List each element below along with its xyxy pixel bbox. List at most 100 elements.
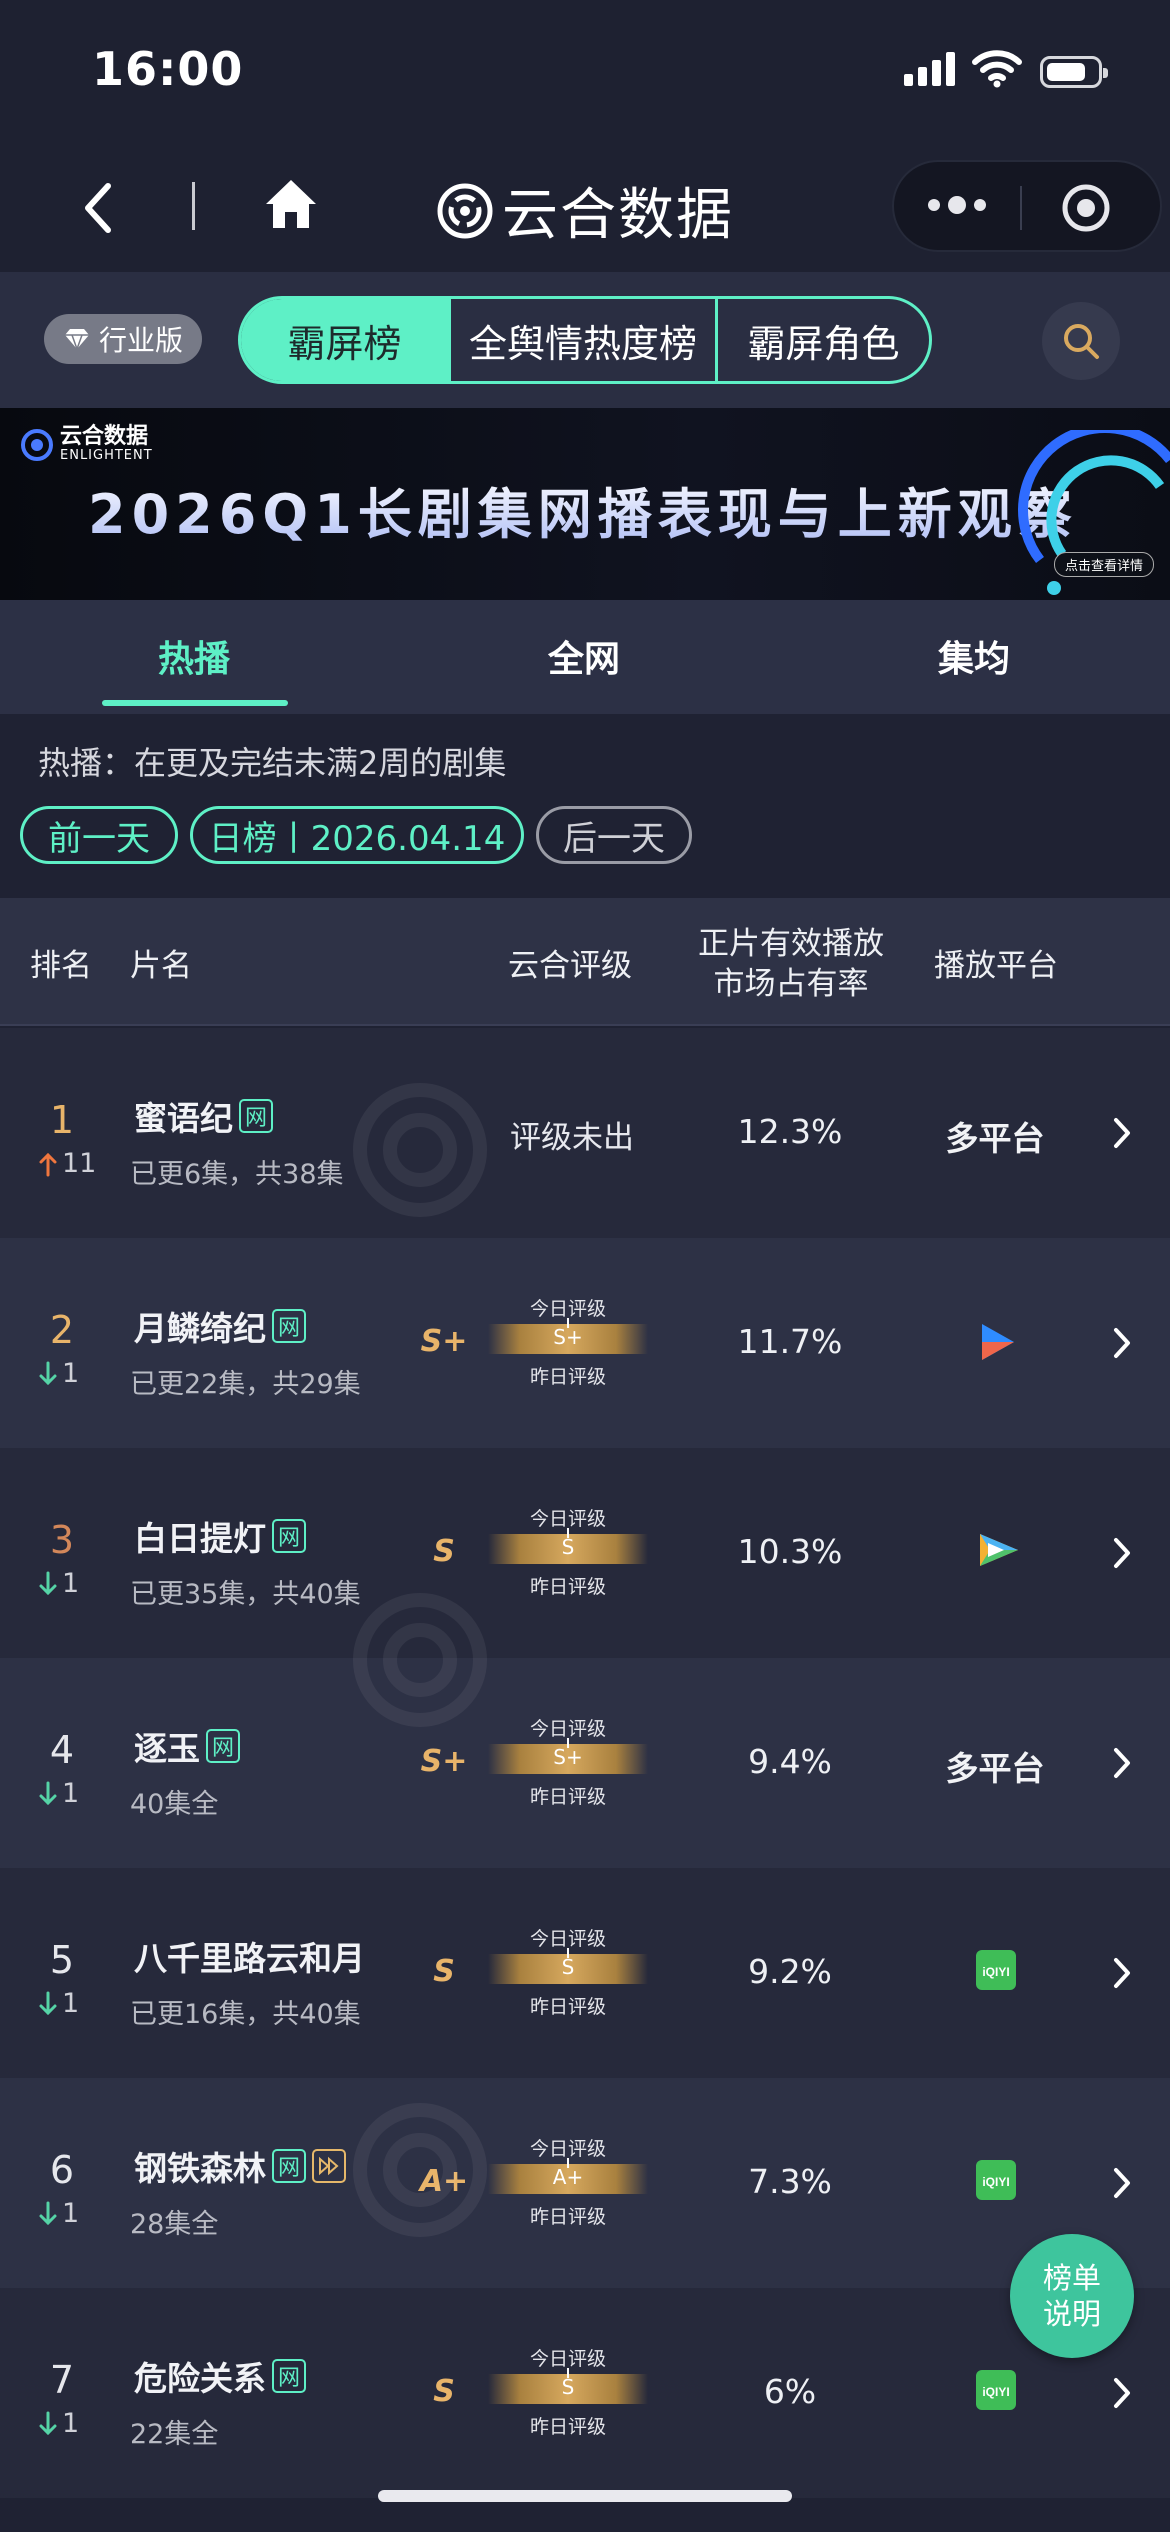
market-share: 7.3%: [748, 2162, 832, 2201]
svg-text:iQIYI: iQIYI: [982, 2385, 1009, 2399]
rank-change-value: 11: [62, 1148, 97, 1179]
header-rating: 云合评级: [508, 948, 632, 984]
prev-day-button[interactable]: 前一天: [20, 806, 178, 864]
rank-change-value: 1: [62, 2198, 80, 2229]
table-row[interactable]: 6 1 钢铁森林网 28集全 A+ 今日评级 A+ 昨日评级 7.3% iQIYI: [0, 2078, 1170, 2288]
ranking-explanation-button[interactable]: 榜单 说明: [1010, 2234, 1134, 2358]
rank-change: 1: [38, 2198, 79, 2229]
episode-info: 已更6集，共38集: [130, 1159, 344, 1190]
date-selector[interactable]: 日榜丨2026.04.14: [190, 806, 524, 864]
tab-per-episode[interactable]: 集均: [938, 630, 1010, 682]
promo-banner[interactable]: 云合数据 ENLIGHTENT 2026Q1长剧集网播表现与上新观察 点击查看详…: [0, 408, 1170, 600]
yesterday-rating-label: 昨日评级: [529, 1366, 606, 1388]
iqiyi-icon: iQIYI: [976, 2370, 1016, 2414]
drama-title-wrap: 蜜语纪网: [134, 1092, 273, 1140]
next-day-button[interactable]: 后一天: [536, 806, 692, 864]
mini-program-capsule: [892, 160, 1162, 252]
rating-marker-grade: S+: [553, 1325, 583, 1349]
rank-change: 1: [38, 1778, 79, 1809]
drama-title-wrap: 逐玉网: [134, 1722, 240, 1770]
rank-change: 1: [38, 1358, 79, 1389]
segment-roles[interactable]: 霸屏角色: [718, 299, 929, 381]
rating-grade: S: [433, 2374, 455, 2409]
today-rating-label: 今日评级: [529, 1298, 606, 1320]
segment-bapingbang[interactable]: 霸屏榜: [241, 299, 451, 381]
rank-change-value: 1: [62, 2408, 80, 2439]
arrow-down-icon: [39, 1571, 57, 1595]
market-share: 9.4%: [748, 1742, 832, 1781]
table-row[interactable]: 4 1 逐玉网 40集全 S+ 今日评级 S+ 昨日评级 9.4% 多平台: [0, 1658, 1170, 1868]
episode-info: 40集全: [130, 1789, 219, 1820]
web-drama-tag: 网: [272, 1519, 306, 1553]
diamond-icon: [64, 329, 89, 350]
chevron-right-icon[interactable]: [1112, 2166, 1132, 2200]
chevron-right-icon[interactable]: [1112, 1326, 1132, 1360]
header-platform: 播放平台: [934, 948, 1058, 984]
header-rank: 排名: [30, 948, 92, 984]
header-share-line1: 正片有效播放: [698, 926, 884, 962]
table-row[interactable]: 5 1 八千里路云和月 已更16集，共40集 S 今日评级 S 昨日评级 9.2% iQIYI: [0, 1868, 1170, 2078]
arrow-down-icon: [39, 2201, 57, 2225]
episode-info: 已更22集，共29集: [130, 1369, 361, 1400]
drama-title: 钢铁森林: [134, 2149, 266, 2188]
chevron-right-icon[interactable]: [1112, 1956, 1132, 1990]
yesterday-rating-label: 昨日评级: [529, 1996, 606, 2018]
rating-gauge: 今日评级 S 昨日评级: [470, 1504, 666, 1604]
segment-public-opinion[interactable]: 全舆情热度榜: [451, 299, 718, 381]
banner-logo-sub: ENLIGHTENT: [60, 448, 153, 463]
edition-badge[interactable]: 行业版: [44, 314, 202, 364]
rating-marker-grade: S: [561, 2375, 575, 2399]
tab-hot[interactable]: 热播: [158, 630, 230, 682]
fab-line1: 榜单: [1042, 2261, 1101, 2295]
yesterday-rating-label: 昨日评级: [529, 1576, 606, 1598]
rating-gauge: 今日评级 S 昨日评级: [470, 2344, 666, 2444]
rating-pending: 评级未出: [510, 1120, 634, 1156]
close-miniprogram-icon[interactable]: [1060, 182, 1112, 234]
arrow-down-icon: [39, 1991, 57, 2015]
search-button[interactable]: [1042, 302, 1120, 380]
status-bar: 16:00: [0, 0, 1170, 140]
web-drama-tag: 网: [206, 1729, 240, 1763]
more-icon[interactable]: [928, 196, 986, 214]
chevron-right-icon[interactable]: [1112, 1116, 1132, 1150]
watermark-icon: [353, 1593, 487, 1727]
rating-marker-grade: S: [561, 1955, 575, 1979]
drama-title-wrap: 八千里路云和月: [134, 1932, 365, 1980]
drama-title: 月鳞绮纪: [134, 1309, 266, 1348]
table-row[interactable]: 7 1 危险关系网 22集全 S 今日评级 S 昨日评级 6% iQIYI: [0, 2288, 1170, 2498]
header-share-line2: 市场占有率: [713, 966, 869, 1002]
rank-change: 1: [38, 1988, 79, 2019]
tab-all-network[interactable]: 全网: [548, 630, 620, 682]
table-row[interactable]: 1 11 蜜语纪网已更6集，共38集 评级未出 12.3% 多平台: [0, 1028, 1170, 1238]
rating-grade: S: [433, 1954, 455, 1989]
banner-logo: 云合数据 ENLIGHTENT: [20, 426, 153, 463]
rank-change-value: 1: [62, 1778, 80, 1809]
banner-cta[interactable]: 点击查看详情: [1054, 552, 1155, 577]
iqiyi-icon: iQIYI: [976, 2160, 1016, 2204]
market-share: 6%: [763, 2372, 817, 2411]
rank-number: 6: [49, 2148, 75, 2192]
rank-number: 1: [49, 1098, 75, 1142]
home-icon[interactable]: [262, 176, 320, 232]
drama-title-wrap: 白日提灯网: [134, 1512, 306, 1560]
search-icon: [1064, 324, 1099, 359]
chevron-right-icon[interactable]: [1112, 1536, 1132, 1570]
tencent-video-icon: [976, 1530, 1022, 1574]
rating-gauge: 今日评级 A+ 昨日评级: [470, 2134, 666, 2234]
brand-name: 云合数据: [502, 183, 734, 248]
drama-title-wrap: 危险关系网: [134, 2352, 306, 2400]
chevron-right-icon[interactable]: [1112, 1746, 1132, 1780]
rank-change-value: 1: [62, 1988, 80, 2019]
chevron-right-icon[interactable]: [1112, 2376, 1132, 2410]
back-icon[interactable]: [80, 180, 116, 236]
rating-gauge: 今日评级 S+ 昨日评级: [470, 1714, 666, 1814]
platform-label: 多平台: [945, 1749, 1045, 1788]
tab-active-underline: [102, 700, 288, 706]
drama-title: 危险关系: [134, 2359, 266, 2398]
table-row[interactable]: 3 1 白日提灯网已更35集，共40集 S 今日评级 S 昨日评级 10.3%: [0, 1448, 1170, 1658]
arrow-up-icon: [39, 1152, 57, 1176]
ranking-toolbar: 行业版 霸屏榜 全舆情热度榜 霸屏角色: [0, 272, 1170, 408]
table-row[interactable]: 2 1 月鳞绮纪网已更22集，共29集 S+ 今日评级 S+ 昨日评级 11.7%: [0, 1238, 1170, 1448]
market-share: 12.3%: [737, 1112, 843, 1151]
battery-icon: [1040, 56, 1108, 88]
